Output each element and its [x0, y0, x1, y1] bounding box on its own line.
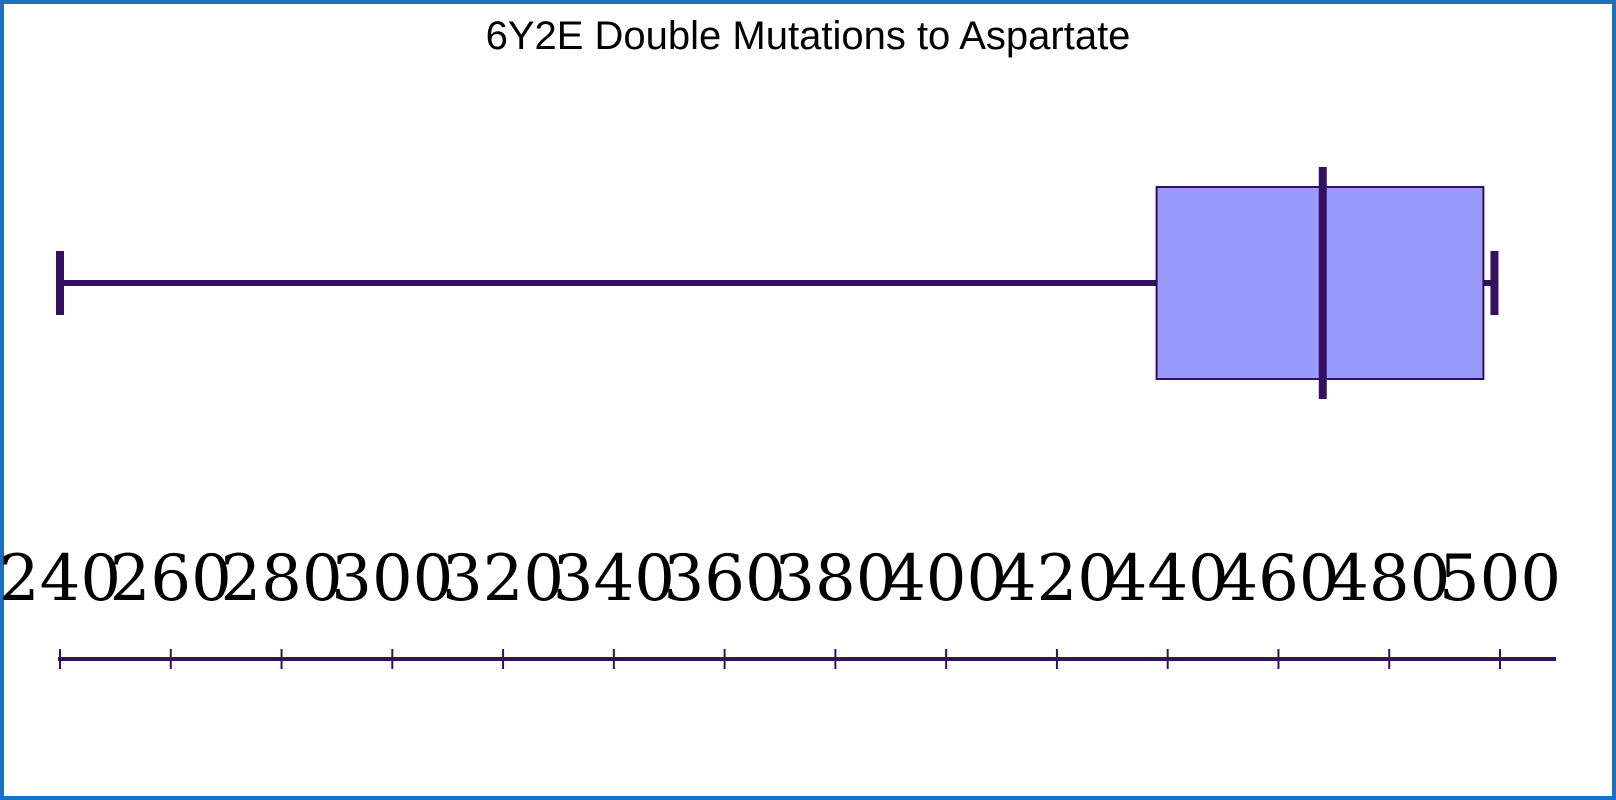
x-tick-label: 500 — [1439, 542, 1561, 616]
x-tick-label: 340 — [553, 542, 675, 616]
chart-plot-area: 2402602803003203403603804004204404604805… — [0, 167, 1561, 669]
x-tick-label: 300 — [331, 542, 453, 616]
boxplot-marks — [56, 167, 1499, 399]
x-tick-label: 240 — [0, 542, 121, 616]
x-tick-label: 360 — [664, 542, 786, 616]
x-axis: 2402602803003203403603804004204404604805… — [0, 542, 1561, 669]
x-tick-label: 260 — [110, 542, 232, 616]
x-tick-label: 460 — [1217, 542, 1339, 616]
x-tick-label: 480 — [1328, 542, 1450, 616]
x-tick-label: 320 — [442, 542, 564, 616]
x-tick-label: 380 — [774, 542, 896, 616]
x-tick-label: 400 — [885, 542, 1007, 616]
x-tick-label: 420 — [996, 542, 1118, 616]
x-tick-label: 440 — [1107, 542, 1229, 616]
x-tick-label: 280 — [220, 542, 342, 616]
